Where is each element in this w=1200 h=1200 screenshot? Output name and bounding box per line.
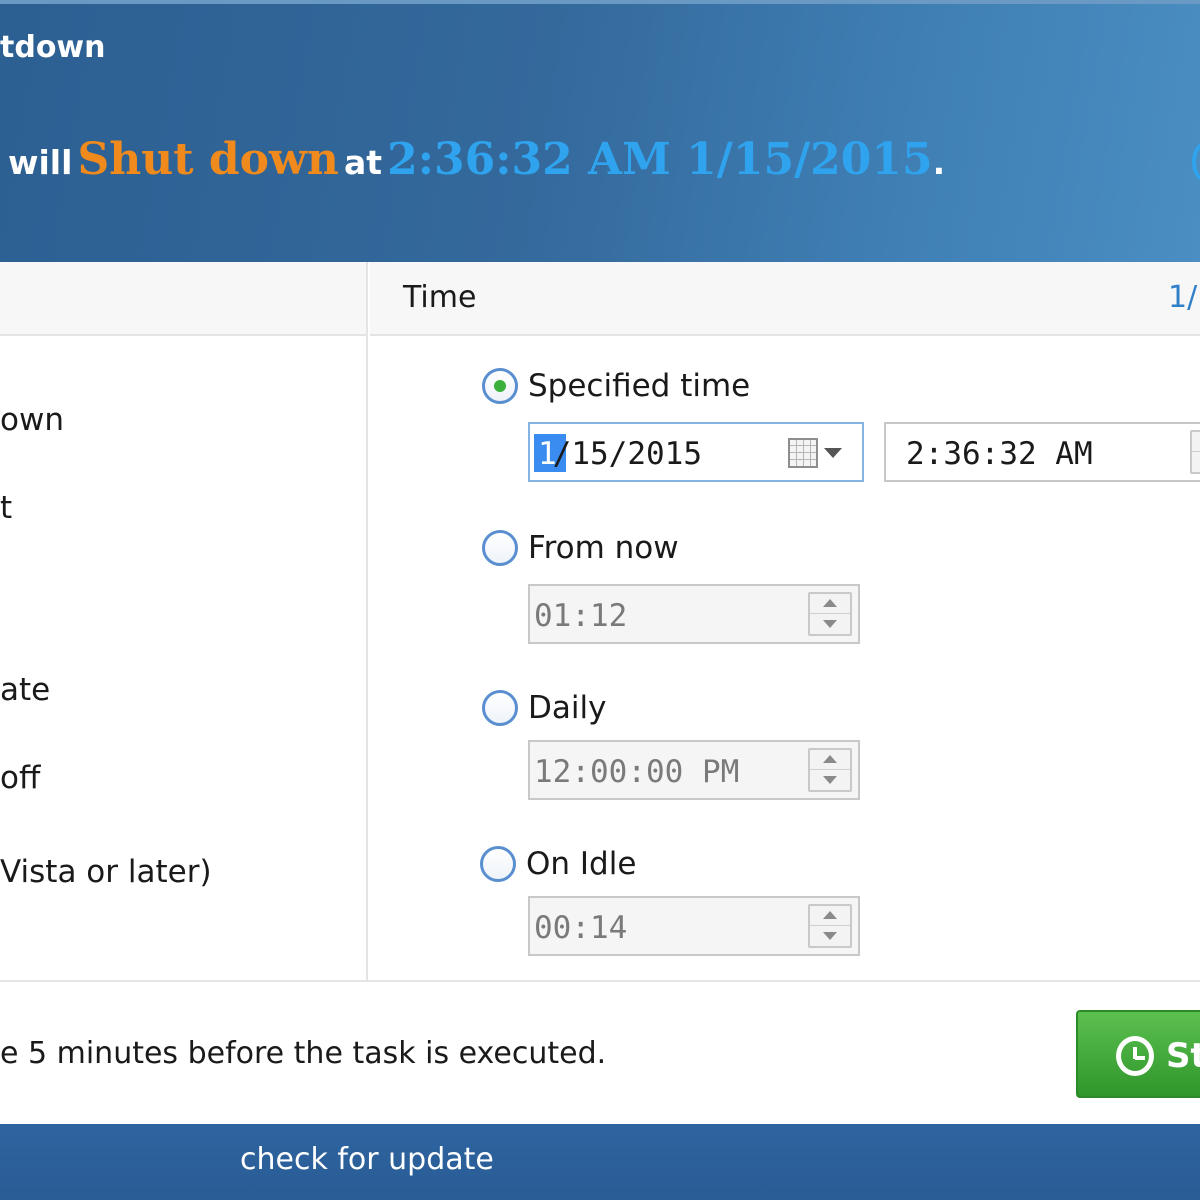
from-now-spinner[interactable] [808, 592, 852, 636]
specified-time-radio[interactable] [482, 368, 518, 404]
task-status-line: will Shut down at 2:36:32 AM 1/15/2015. [8, 134, 945, 185]
status-period: . [932, 143, 946, 182]
on-idle-label[interactable]: On Idle [526, 846, 636, 882]
spinner-down-icon[interactable] [810, 771, 850, 791]
action-item-shutdown[interactable]: own [0, 402, 64, 438]
from-now-value: 01:12 [534, 598, 628, 634]
spinner-up-icon[interactable] [810, 594, 850, 614]
time-value: 2:36:32 AM [906, 436, 1093, 472]
status-prefix: will [8, 143, 73, 182]
reminder-note: e 5 minutes before the task is executed. [0, 1036, 607, 1071]
from-now-input[interactable]: 01:12 [528, 584, 860, 644]
app-title: tdown [0, 30, 106, 65]
bottom-divider [0, 980, 1200, 982]
time-header-label: Time [403, 280, 477, 315]
spinner-down-icon[interactable] [810, 615, 850, 635]
action-list-header [0, 262, 366, 336]
spinner-up-icon[interactable] [810, 906, 850, 926]
time-panel: Time 1/ Specified time 1/15/2015 2:36:32… [370, 262, 1200, 980]
daily-input[interactable]: 12:00:00 PM [528, 740, 860, 800]
status-connector: at [344, 143, 383, 182]
time-panel-header: Time 1/ [370, 262, 1200, 336]
on-idle-radio[interactable] [480, 846, 516, 882]
check-for-update-link[interactable]: check for update [240, 1142, 494, 1177]
status-header: tdown will Shut down at 2:36:32 AM 1/15/… [0, 0, 1200, 262]
action-item-vista[interactable]: Vista or later) [0, 854, 212, 890]
spinner-down-icon[interactable] [810, 927, 850, 947]
alarm-clock-icon [1116, 1036, 1154, 1076]
date-picker[interactable]: 1/15/2015 [528, 422, 864, 482]
action-item-logoff[interactable]: off [0, 760, 40, 796]
on-idle-input[interactable]: 00:14 [528, 896, 860, 956]
action-item-hibernate[interactable]: ate [0, 672, 50, 708]
on-idle-spinner[interactable] [808, 904, 852, 948]
date-value: 1/15/2015 [538, 436, 702, 472]
from-now-radio[interactable] [482, 530, 518, 566]
specified-time-label[interactable]: Specified time [528, 368, 750, 404]
footer-bar: check for update [0, 1124, 1200, 1200]
action-item-restart[interactable]: t [0, 490, 12, 526]
daily-spinner[interactable] [808, 748, 852, 792]
calendar-icon[interactable] [788, 438, 818, 468]
header-edge-icon [1192, 142, 1200, 182]
on-idle-value: 00:14 [534, 910, 628, 946]
spinner-down-icon[interactable] [1192, 453, 1200, 473]
status-action: Shut down [77, 134, 339, 185]
spinner-up-icon[interactable] [810, 750, 850, 770]
daily-radio[interactable] [482, 690, 518, 726]
time-spinner[interactable] [1190, 430, 1200, 474]
daily-label[interactable]: Daily [528, 690, 606, 726]
start-button[interactable]: St [1076, 1010, 1200, 1098]
daily-value: 12:00:00 PM [534, 754, 740, 790]
time-picker[interactable]: 2:36:32 AM [884, 422, 1200, 482]
from-now-label[interactable]: From now [528, 530, 679, 566]
dropdown-arrow-icon[interactable] [824, 448, 842, 458]
spinner-up-icon[interactable] [1192, 432, 1200, 452]
header-edge-date: 1/ [1168, 280, 1198, 315]
status-datetime: 2:36:32 AM 1/15/2015 [387, 134, 933, 185]
start-button-label: St [1166, 1036, 1200, 1076]
